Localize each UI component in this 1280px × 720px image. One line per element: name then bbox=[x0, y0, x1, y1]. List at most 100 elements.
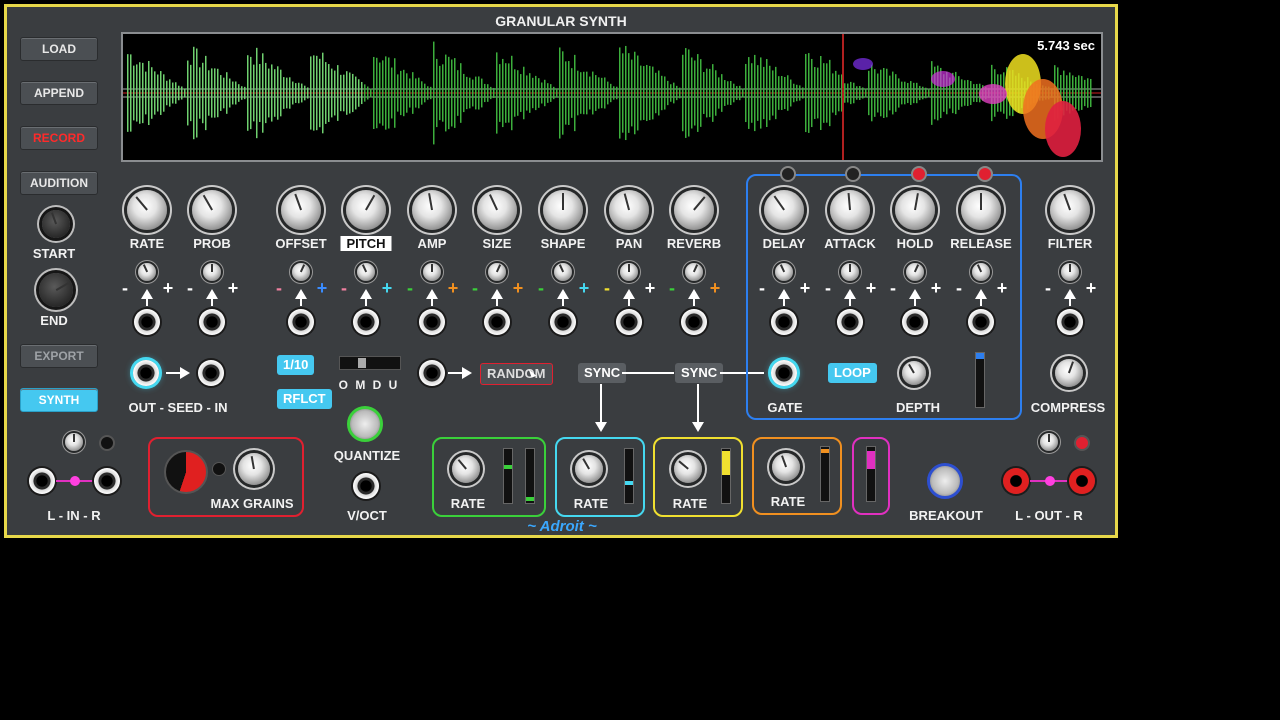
amp-attenuator-knob[interactable] bbox=[423, 263, 441, 281]
random-jack[interactable] bbox=[419, 360, 445, 386]
filter-knob[interactable] bbox=[1050, 190, 1090, 230]
lfo4-slider-thumb[interactable] bbox=[821, 449, 829, 453]
seed-out-jack[interactable] bbox=[133, 360, 159, 386]
pitch-cv-jack[interactable] bbox=[353, 309, 379, 335]
pan-knob[interactable] bbox=[609, 190, 649, 230]
filter-attenuator-knob[interactable] bbox=[1061, 263, 1079, 281]
output-left-jack[interactable] bbox=[1003, 468, 1029, 494]
pan-attenuator-knob[interactable] bbox=[620, 263, 638, 281]
load-button[interactable]: LOAD bbox=[20, 37, 98, 61]
lfo1-slider-b-thumb[interactable] bbox=[526, 497, 534, 501]
offset-knob[interactable] bbox=[281, 190, 321, 230]
waveform-bar bbox=[373, 56, 375, 130]
quantize-button[interactable] bbox=[347, 406, 383, 442]
offset-attenuator-knob[interactable] bbox=[292, 263, 310, 281]
waveform-bar bbox=[778, 76, 780, 110]
waveform-bar bbox=[784, 77, 786, 109]
pan-cv-jack[interactable] bbox=[616, 309, 642, 335]
lfo3-slider[interactable] bbox=[721, 448, 731, 504]
reverb-cv-arrow-stem bbox=[693, 298, 695, 306]
waveform-bar bbox=[901, 81, 903, 105]
shape-knob[interactable] bbox=[543, 190, 583, 230]
brand-logo: ~ Adroit ~ bbox=[527, 518, 597, 535]
output-gain-knob[interactable] bbox=[1040, 433, 1058, 451]
mode-slider[interactable] bbox=[339, 356, 401, 370]
depth-knob[interactable] bbox=[902, 361, 926, 385]
voct-jack[interactable] bbox=[353, 473, 379, 499]
amp-cv-jack[interactable] bbox=[419, 309, 445, 335]
size-knob[interactable] bbox=[477, 190, 517, 230]
pan-plus-icon: + bbox=[644, 278, 656, 298]
start-label: START bbox=[32, 246, 76, 261]
reverb-knob[interactable] bbox=[674, 190, 714, 230]
rate-attenuator-knob[interactable] bbox=[138, 263, 156, 281]
lfo1-slider-a-thumb[interactable] bbox=[504, 465, 512, 469]
ratio-button[interactable]: 1/10 bbox=[277, 355, 315, 375]
audition-button[interactable]: AUDITION bbox=[20, 171, 98, 195]
seed-in-jack[interactable] bbox=[198, 360, 224, 386]
compress-knob[interactable] bbox=[1055, 359, 1083, 387]
prob-cv-jack[interactable] bbox=[199, 309, 225, 335]
lfo4-slider[interactable] bbox=[820, 446, 830, 502]
prob-knob[interactable] bbox=[192, 190, 232, 230]
lfo4-rate-knob[interactable] bbox=[772, 453, 800, 481]
append-button[interactable]: APPEND bbox=[20, 81, 98, 105]
record-button[interactable]: RECORD bbox=[20, 126, 98, 150]
waveform-bar bbox=[274, 69, 276, 117]
waveform-bar bbox=[736, 86, 738, 100]
release-led bbox=[977, 166, 993, 182]
input-gain-knob[interactable] bbox=[65, 433, 83, 451]
max-grains-knob[interactable] bbox=[238, 453, 270, 485]
reverb-cv-jack[interactable] bbox=[681, 309, 707, 335]
shape-cv-jack[interactable] bbox=[550, 309, 576, 335]
waveform-bar bbox=[1081, 76, 1083, 110]
lfo1-slider-a[interactable] bbox=[503, 448, 513, 504]
input-left-jack[interactable] bbox=[29, 468, 55, 494]
synth-button[interactable]: SYNTH bbox=[20, 388, 98, 412]
waveform-bar bbox=[706, 68, 708, 118]
end-knob[interactable] bbox=[39, 273, 73, 307]
waveform-bar bbox=[724, 80, 726, 106]
random-button[interactable]: RANDOM bbox=[480, 363, 553, 385]
lfo3-rate-knob[interactable] bbox=[674, 455, 702, 483]
size-label: SIZE bbox=[482, 236, 512, 251]
lfo2-slider-thumb[interactable] bbox=[625, 481, 633, 485]
waveform-display[interactable]: 5.743 sec bbox=[121, 32, 1103, 162]
mode-slider-thumb[interactable] bbox=[358, 358, 366, 368]
waveform-bar bbox=[610, 83, 612, 103]
size-attenuator-knob[interactable] bbox=[488, 263, 506, 281]
pitch-attenuator-knob[interactable] bbox=[357, 263, 375, 281]
waveform-bar bbox=[931, 61, 933, 125]
breakout-connector[interactable] bbox=[927, 463, 963, 499]
lfo5-slider[interactable] bbox=[866, 446, 876, 502]
sync-button-2[interactable]: SYNC bbox=[675, 363, 724, 383]
lfo1-slider-b[interactable] bbox=[525, 448, 535, 504]
prob-attenuator-knob[interactable] bbox=[203, 263, 221, 281]
lfo1-rate-knob[interactable] bbox=[452, 455, 480, 483]
filter-cv-jack[interactable] bbox=[1057, 309, 1083, 335]
start-knob[interactable] bbox=[42, 210, 70, 238]
input-right-jack[interactable] bbox=[94, 468, 120, 494]
gate-jack[interactable] bbox=[771, 360, 797, 386]
export-button[interactable]: EXPORT bbox=[20, 344, 98, 368]
waveform-bar bbox=[268, 68, 270, 118]
amp-knob[interactable] bbox=[412, 190, 452, 230]
rate-knob[interactable] bbox=[127, 190, 167, 230]
filter-cv-arrow-stem bbox=[1069, 298, 1071, 306]
lfo2-rate-knob[interactable] bbox=[575, 455, 603, 483]
loop-button[interactable]: LOOP bbox=[828, 363, 877, 383]
rate-cv-jack[interactable] bbox=[134, 309, 160, 335]
sync-button-1[interactable]: SYNC bbox=[578, 363, 627, 383]
output-right-jack[interactable] bbox=[1069, 468, 1095, 494]
size-cv-jack[interactable] bbox=[484, 309, 510, 335]
lfo2-slider[interactable] bbox=[624, 448, 634, 504]
reverb-attenuator-knob[interactable] bbox=[685, 263, 703, 281]
rate-plus-icon: + bbox=[162, 278, 174, 298]
waveform-bar bbox=[379, 62, 381, 124]
pitch-knob[interactable] bbox=[346, 190, 386, 230]
offset-cv-jack[interactable] bbox=[288, 309, 314, 335]
shape-attenuator-knob[interactable] bbox=[554, 263, 572, 281]
amp-minus-icon: - bbox=[407, 278, 413, 298]
shape-plus-icon: + bbox=[578, 278, 590, 298]
reflect-button[interactable]: RFLCT bbox=[277, 389, 332, 409]
